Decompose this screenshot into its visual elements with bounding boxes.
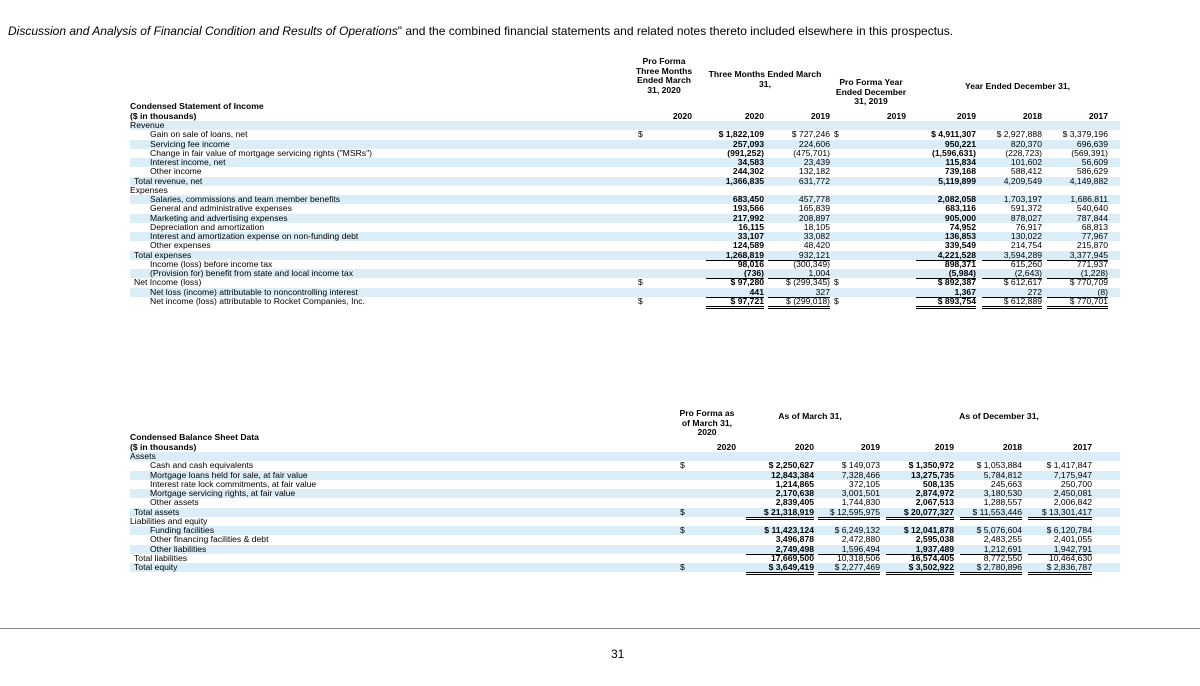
balance-row: Liabilities and equity [130,516,1120,526]
income-cell-c2020: $ 97,721 [706,296,764,309]
balance-cell-pf: $ [680,506,685,517]
income-cell-pfy: $ [834,129,839,140]
balance-cell-pf: $ [680,525,685,535]
income-hdr-three-months: Three Months Ended March 31, [708,69,822,89]
income-row: Total revenue, net 1,366,835 631,772 5,119,… [130,175,1120,186]
balance-cell-pf: $ [680,562,685,572]
balance-cell-d2017: $ 2,836,787 [1028,562,1092,576]
income-cell-y2019: 5,119,899 [938,175,976,186]
intro-rest: " and the combined financial statements … [397,24,954,38]
balance-row: Total assets $ $ 21,318,919 $ 12,595,975 $ 2… [130,506,1120,520]
balance-cell-d2019: $ 3,502,922 [886,562,954,576]
footer-rule [0,628,1200,629]
income-cell-y2018: $ 612,889 [982,296,1042,309]
income-statement: Condensed Statement of Income ($ in thou… [130,101,1120,309]
balance-cell-pf: $ [680,460,685,471]
balance-hdr-december: As of December 31, [959,411,1039,421]
balance-row: Other liabilities 2,749,498 1,596,494 1,937… [130,544,1120,555]
balance-sheet: Condensed Balance Sheet Data ($ in thous… [130,432,1120,576]
balance-title: Condensed Balance Sheet Data [130,432,259,442]
balance-cell-m2019: $ 2,277,469 [818,562,880,576]
balance-row: Other financing facilities & debt 3,496,8… [130,534,1120,544]
intro-italic: Discussion and Analysis of Financial Con… [8,24,398,38]
income-cell-c2020: 1,366,835 [725,175,764,186]
income-cell-pf: $ [638,295,643,306]
income-row: Net income (loss) attributable to Rocket… [130,295,1120,309]
income-cell-pf: $ [638,277,643,288]
income-hdr-proforma-q: Pro Forma Three Months Ended March 31, 2… [635,56,693,95]
income-cell-c2019: 631,772 [798,175,830,186]
balance-hdr-march: As of March 31, [778,411,842,421]
income-cell-c2019: $ (299,018) [768,296,830,309]
intro-text: Discussion and Analysis of Financial Con… [8,24,953,38]
income-cell-pfy: $ [834,295,839,306]
balance-row: Total liabilities 17,669,500 10,318,506 16,… [130,553,1120,564]
balance-row: Funding facilities $ $ 11,423,124 $ 6,249,1… [130,525,1120,536]
balance-row: Total equity $ $ 3,649,419 $ 2,277,469 $ 3,5… [130,562,1120,576]
income-hdr-year-ended: Year Ended December 31, [964,81,1071,91]
balance-row-label: Total equity [134,562,178,572]
balance-row: Mortgage servicing rights, at fair value… [130,488,1120,499]
balance-cell-m2020: $ 3,649,419 [746,562,814,576]
income-cell-pfy: $ [834,277,839,288]
balance-row: Assets [130,451,1120,462]
income-cell-y2019: $ 893,754 [916,296,976,309]
income-cell-pf: $ [638,129,643,140]
income-title: Condensed Statement of Income [130,101,264,111]
income-cell-y2018: 4,209,549 [1003,175,1042,186]
income-cell-y2017: 4,149,882 [1069,175,1108,186]
page-number: 31 [611,647,625,661]
balance-cell-d2018: $ 2,780,896 [960,562,1022,576]
income-cell-y2017: $ 770,701 [1047,296,1108,309]
income-row-label: Net income (loss) attributable to Rocket… [150,295,365,306]
